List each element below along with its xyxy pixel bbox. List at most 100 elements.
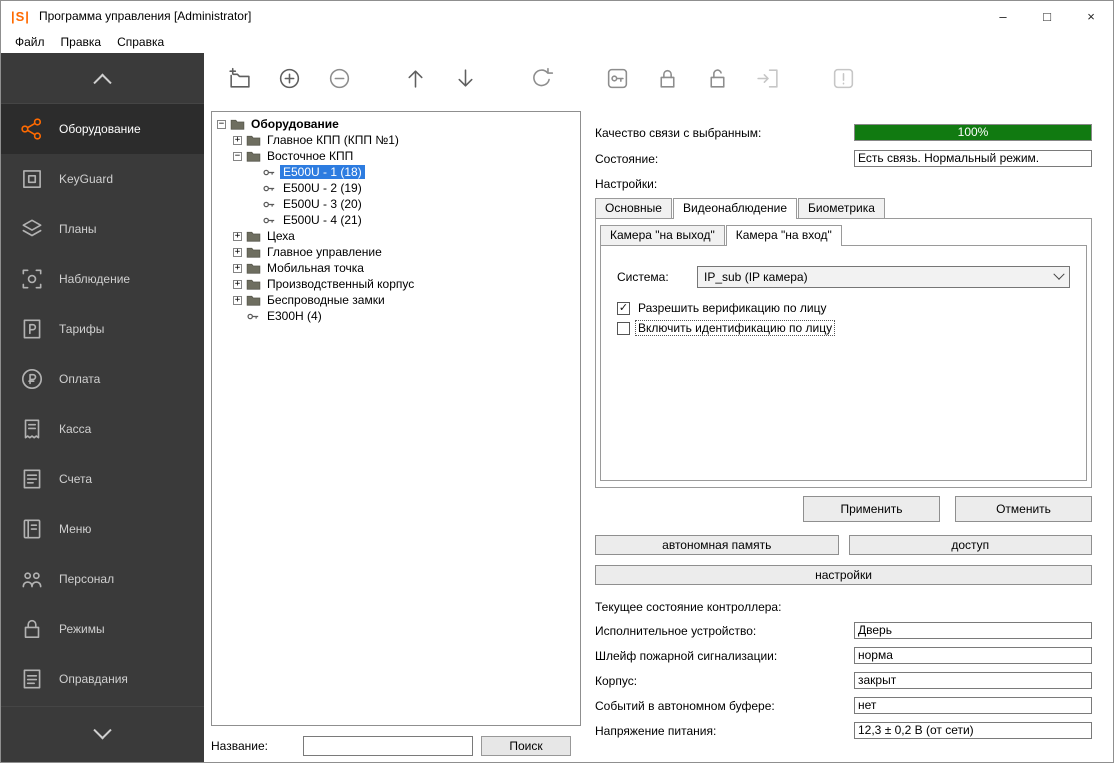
sidebar-item-plans[interactable]: Планы (1, 204, 204, 254)
tree-row[interactable]: + Цеха (212, 228, 580, 244)
minimize-button[interactable]: – (981, 1, 1025, 31)
sidebar-item-keyguard[interactable]: KeyGuard (1, 154, 204, 204)
add-circle-button[interactable] (276, 66, 302, 92)
search-button[interactable]: Поиск (481, 736, 571, 756)
move-down-button[interactable] (452, 66, 478, 92)
menu-file[interactable]: Файл (7, 32, 53, 52)
system-select[interactable]: IP_sub (IP камера) (697, 266, 1070, 288)
observation-icon (19, 266, 45, 292)
tree-row[interactable]: + Главное управление (212, 244, 580, 260)
sidebar-item-label: Оборудование (59, 122, 141, 136)
tree-row[interactable]: E500U - 1 (18) (212, 164, 580, 180)
tab-0[interactable]: Основные (595, 198, 672, 218)
controller-field-value: 12,3 ± 0,2 В (от сети) (854, 722, 1092, 739)
sidebar-item-staff[interactable]: Персонал (1, 554, 204, 604)
sidebar-item-payment[interactable]: Оплата (1, 354, 204, 404)
sidebar-scroll-down[interactable] (1, 706, 204, 762)
sidebar-scroll-up[interactable] (1, 53, 204, 104)
expand-icon[interactable]: + (233, 248, 242, 257)
remove-circle-icon (327, 66, 352, 91)
tree-row[interactable]: + Мобильная точка (212, 260, 580, 276)
expand-icon[interactable]: + (233, 296, 242, 305)
key-box-button[interactable] (604, 66, 630, 92)
lock-open-button[interactable] (704, 66, 730, 92)
tree-row[interactable]: E500U - 3 (20) (212, 196, 580, 212)
sidebar-item-equipment[interactable]: Оборудование (1, 104, 204, 154)
remove-circle-button[interactable] (326, 66, 352, 92)
tree-row[interactable]: E500U - 4 (21) (212, 212, 580, 228)
tree-row[interactable]: + Главное КПП (КПП №1) (212, 132, 580, 148)
tree-row[interactable]: E500U - 2 (19) (212, 180, 580, 196)
key-icon (262, 165, 277, 180)
tree-row[interactable]: −Оборудование (212, 116, 580, 132)
excuses-icon (19, 666, 45, 692)
key-box-icon (605, 66, 630, 91)
menu-help[interactable]: Справка (109, 32, 172, 52)
toolbar (204, 53, 1113, 104)
expand-icon[interactable]: + (233, 280, 242, 289)
checked-checkbox[interactable]: ✓ (617, 302, 630, 315)
tree-node-label: Главное КПП (КПП №1) (264, 133, 402, 147)
tree-row[interactable]: +Производственный корпус (212, 276, 580, 292)
folder-icon (246, 245, 261, 260)
menu-edit[interactable]: Правка (53, 32, 110, 52)
warning-icon (831, 66, 856, 91)
unchecked-checkbox[interactable] (617, 322, 630, 335)
sidebar-item-label: Оправдания (59, 672, 128, 686)
sidebar-item-observation[interactable]: Наблюдение (1, 254, 204, 304)
checkbox-label[interactable]: Включить идентификацию по лицу (636, 321, 834, 335)
settings-button[interactable]: настройки (595, 565, 1092, 585)
expand-icon[interactable]: + (233, 232, 242, 241)
accounts-icon (19, 466, 45, 492)
checkbox-label[interactable]: Разрешить верификацию по лицу (636, 301, 828, 315)
add-folder-button[interactable] (226, 66, 252, 92)
tree-row[interactable]: −Восточное КПП (212, 148, 580, 164)
progress-value: 100% (855, 125, 1091, 140)
cancel-button[interactable]: Отменить (955, 496, 1092, 522)
sidebar-item-label: Касса (59, 422, 91, 436)
warning-button[interactable] (830, 66, 856, 92)
key-icon (262, 181, 277, 196)
sidebar-item-modes[interactable]: Режимы (1, 604, 204, 654)
settings-tabs: ОсновныеВидеонаблюдениеБиометрика (595, 197, 1092, 218)
close-button[interactable]: × (1069, 1, 1113, 31)
folder-icon (246, 261, 261, 276)
sidebar-item-tariffs[interactable]: Тарифы (1, 304, 204, 354)
tree-node-label: Цеха (264, 229, 298, 243)
sidebar-item-label: Тарифы (59, 322, 104, 336)
sidebar-item-cashbox[interactable]: Касса (1, 404, 204, 454)
controller-field-value: нет (854, 697, 1092, 714)
door-enter-button[interactable] (754, 66, 780, 92)
sidebar-item-menu[interactable]: Меню (1, 504, 204, 554)
sidebar-list: Оборудование KeyGuard ПланыНаблюдение Тариф… (1, 104, 204, 704)
camera-tab-0[interactable]: Камера "на выход" (600, 225, 725, 245)
chevron-down-icon (93, 721, 111, 739)
refresh-button[interactable] (528, 66, 554, 92)
tab-1[interactable]: Видеонаблюдение (673, 198, 797, 219)
maximize-button[interactable]: □ (1025, 1, 1069, 31)
collapse-icon[interactable]: − (233, 152, 242, 161)
system-row: Система: IP_sub (IP камера) (617, 266, 1070, 288)
controller-field-label: Корпус: (595, 674, 854, 688)
search-input[interactable] (303, 736, 473, 756)
expand-icon[interactable]: + (233, 264, 242, 273)
tab-2[interactable]: Биометрика (798, 198, 885, 218)
tree-node-label: Мобильная точка (264, 261, 367, 275)
sidebar-item-label: KeyGuard (59, 172, 113, 186)
sidebar-item-accounts[interactable]: Счета (1, 454, 204, 504)
collapse-icon[interactable]: − (217, 120, 226, 129)
apply-button[interactable]: Применить (803, 496, 940, 522)
tree-row[interactable]: E300H (4) (212, 308, 580, 324)
tree-node-label: E300H (4) (264, 309, 325, 323)
folder-icon (246, 277, 261, 292)
move-up-button[interactable] (402, 66, 428, 92)
staff-icon (19, 566, 45, 592)
expand-icon[interactable]: + (233, 136, 242, 145)
camera-tab-1[interactable]: Камера "на вход" (726, 225, 842, 246)
lock-closed-button[interactable] (654, 66, 680, 92)
tree-node-label: Главное управление (264, 245, 385, 259)
autonomous-memory-button[interactable]: автономная память (595, 535, 839, 555)
access-button[interactable]: доступ (849, 535, 1093, 555)
sidebar-item-excuses[interactable]: Оправдания (1, 654, 204, 704)
tree-row[interactable]: +Беспроводные замки (212, 292, 580, 308)
